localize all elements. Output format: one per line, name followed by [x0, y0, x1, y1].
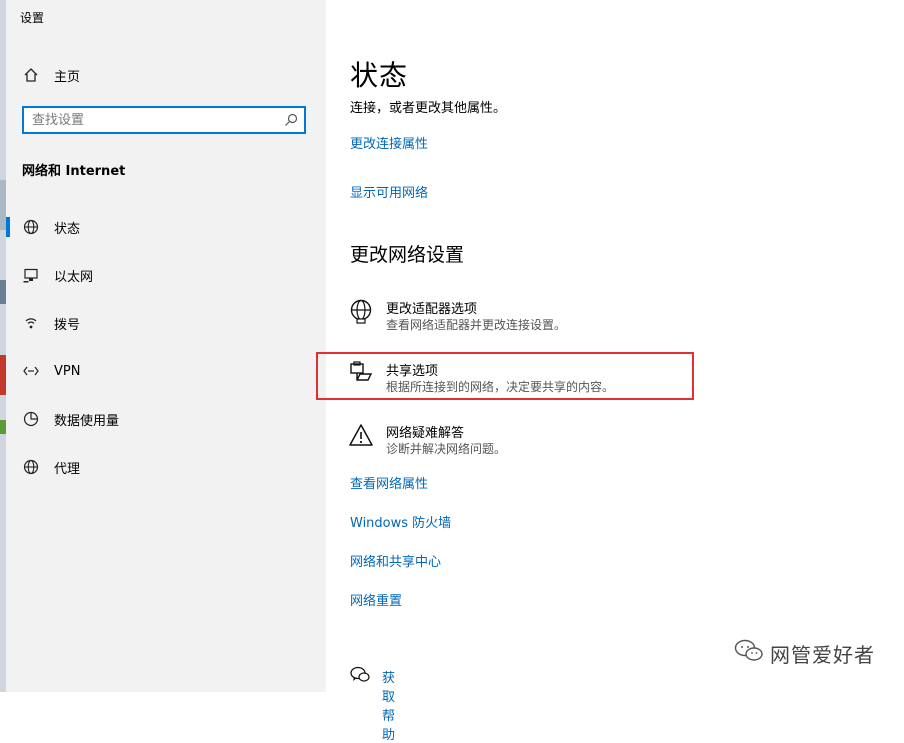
sidebar-item-vpn[interactable]: VPN: [6, 351, 326, 391]
sidebar-item-status[interactable]: 状态: [6, 207, 326, 247]
app-title: 设置: [20, 11, 45, 25]
ethernet-icon: [22, 266, 40, 284]
sidebar-item-label: VPN: [54, 363, 81, 379]
section-title: 网络和 Internet: [22, 164, 126, 179]
globe-icon: [22, 458, 40, 476]
search-input[interactable]: [32, 111, 272, 129]
link-windows-firewall[interactable]: Windows 防火墙: [350, 512, 451, 531]
page-subtitle: 连接，或者更改其他属性。: [350, 101, 507, 116]
help-chat-icon: [350, 666, 370, 688]
sidebar-item-ethernet[interactable]: 以太网: [6, 255, 326, 295]
link-network-sharing-center[interactable]: 网络和共享中心: [350, 551, 441, 570]
help-label: 获取帮助: [382, 671, 396, 743]
setting-description: 诊断并解决网络问题。: [386, 442, 507, 456]
setting-title: 更改适配器选项: [386, 302, 478, 317]
sidebar-item-label: 主页: [54, 69, 81, 85]
watermark: 网管爱好者: [734, 636, 875, 670]
sidebar-item-label: 状态: [54, 221, 81, 237]
sidebar: 设置 主页 网络和 Internet 状态 以太网 拨号: [6, 0, 326, 692]
active-indicator: [6, 217, 10, 237]
home-icon: [22, 66, 40, 84]
adapter-globe-icon: [348, 298, 374, 324]
sidebar-item-data-usage[interactable]: 数据使用量: [6, 399, 326, 439]
watermark-text: 网管爱好者: [770, 642, 875, 667]
main-content: 状态 连接，或者更改其他属性。 更改连接属性 显示可用网络 更改网络设置 更改适…: [326, 0, 904, 743]
sidebar-item-label: 以太网: [54, 269, 94, 285]
sidebar-item-label: 数据使用量: [54, 413, 120, 429]
link-view-network-properties[interactable]: 查看网络属性: [350, 473, 428, 492]
dialup-icon: [22, 314, 40, 332]
warning-icon: [348, 422, 374, 448]
wechat-logo-icon: [734, 638, 764, 668]
sidebar-item-proxy[interactable]: 代理: [6, 447, 326, 487]
page-title: 状态: [350, 59, 409, 92]
globe-icon: [22, 218, 40, 236]
sidebar-item-label: 代理: [54, 461, 81, 477]
search-icon[interactable]: [284, 112, 298, 131]
section-heading: 更改网络设置: [350, 244, 465, 266]
setting-title: 网络疑难解答: [386, 426, 465, 441]
setting-description: 查看网络适配器并更改连接设置。: [386, 318, 567, 332]
search-box[interactable]: [22, 106, 306, 134]
highlight-annotation: [316, 352, 694, 400]
setting-adapter-options[interactable]: 更改适配器选项 查看网络适配器并更改连接设置。: [348, 298, 678, 340]
sidebar-item-label: 拨号: [54, 317, 81, 333]
link-change-connection-properties[interactable]: 更改连接属性: [350, 133, 428, 152]
link-network-reset[interactable]: 网络重置: [350, 590, 402, 609]
data-usage-icon: [22, 410, 40, 428]
sidebar-item-home[interactable]: 主页: [6, 55, 326, 95]
sidebar-item-dialup[interactable]: 拨号: [6, 303, 326, 343]
vpn-icon: [22, 362, 40, 380]
setting-troubleshoot[interactable]: 网络疑难解答 诊断并解决网络问题。: [348, 422, 678, 464]
link-show-available-networks[interactable]: 显示可用网络: [350, 182, 428, 201]
